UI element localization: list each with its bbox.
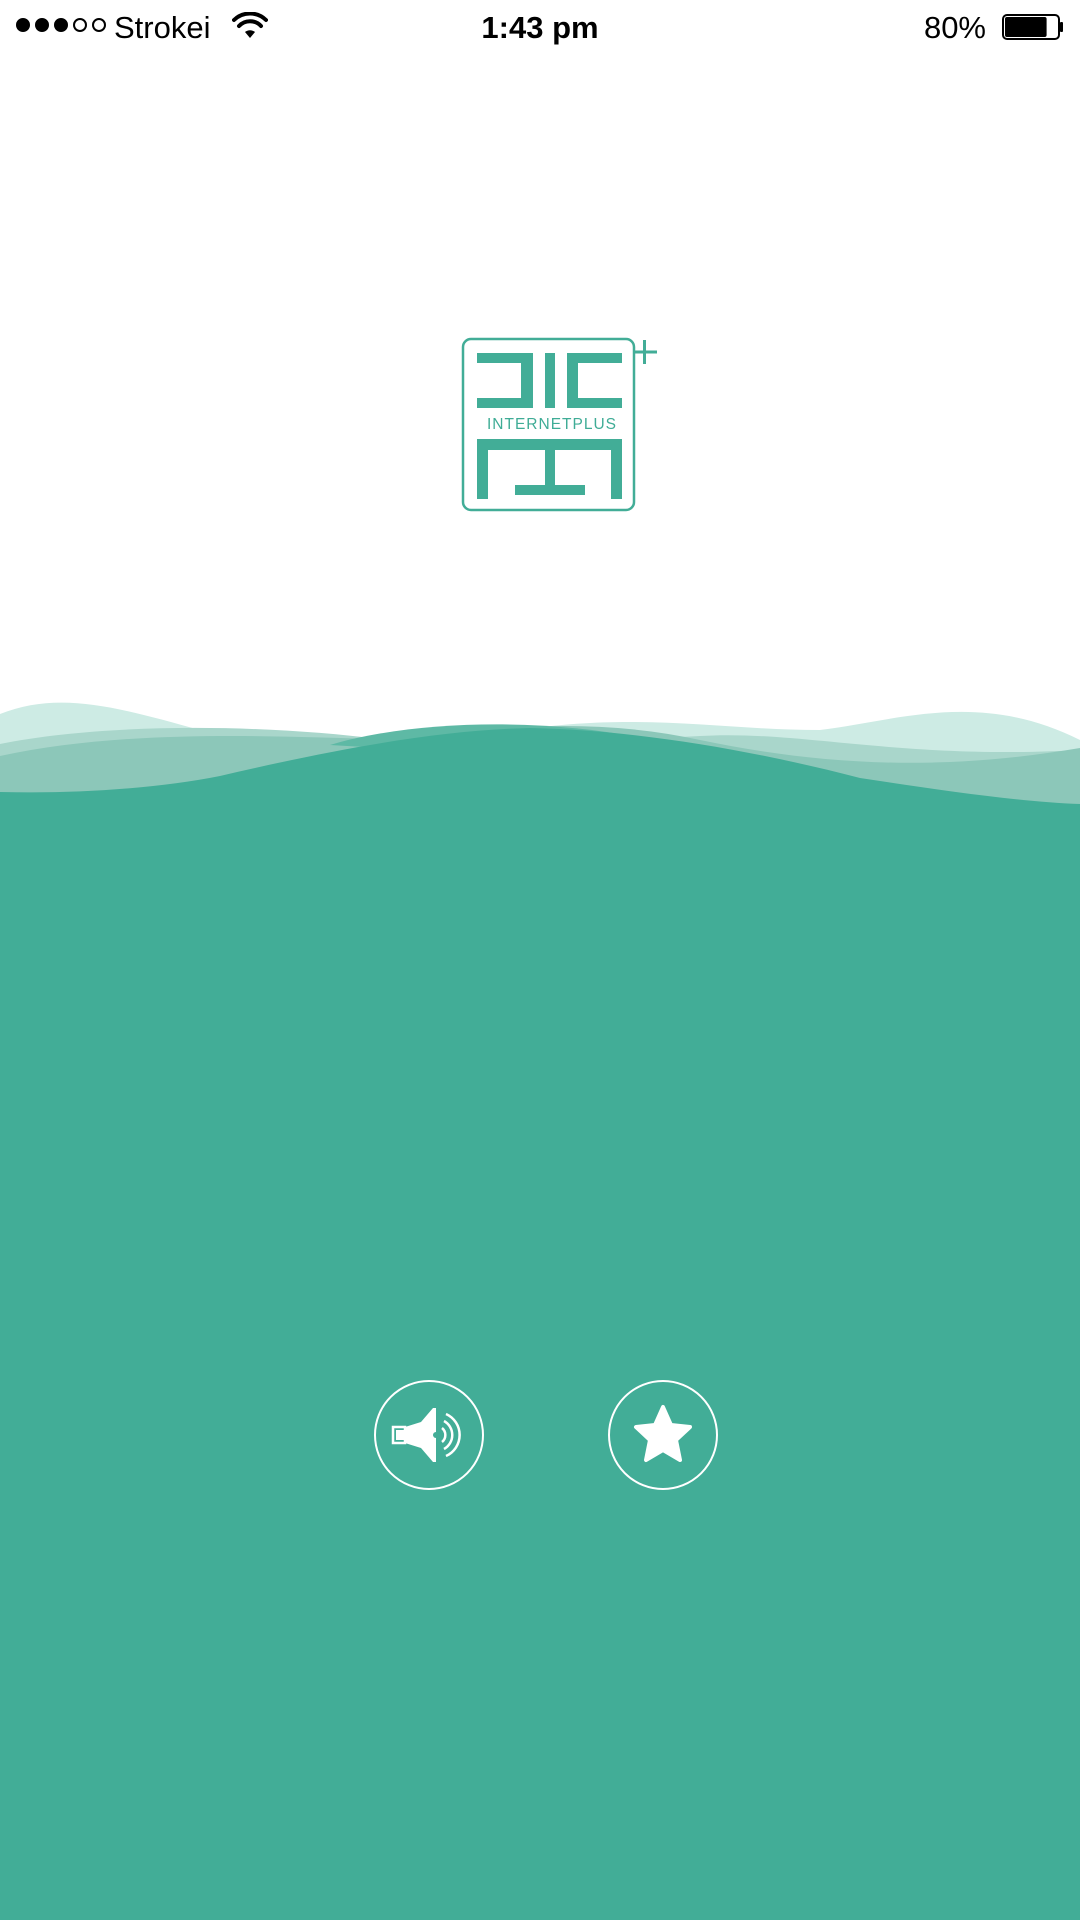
status-bar: Strokei 1:43 pm 80%: [0, 0, 1080, 56]
wave-background: [0, 702, 1080, 1920]
splash-screen: Strokei 1:43 pm 80% INTERNETPLUS: [0, 0, 1080, 1920]
favorite-button[interactable]: [608, 1380, 718, 1490]
battery-percent: 80%: [923, 10, 986, 45]
battery-icon: [1002, 14, 1063, 40]
speaker-announce-icon: [391, 1408, 461, 1462]
status-time: 1:43 pm: [481, 10, 599, 45]
speaker-button[interactable]: [374, 1380, 484, 1490]
logo-caption: INTERNETPLUS: [487, 416, 617, 433]
star-icon: [634, 1405, 692, 1462]
